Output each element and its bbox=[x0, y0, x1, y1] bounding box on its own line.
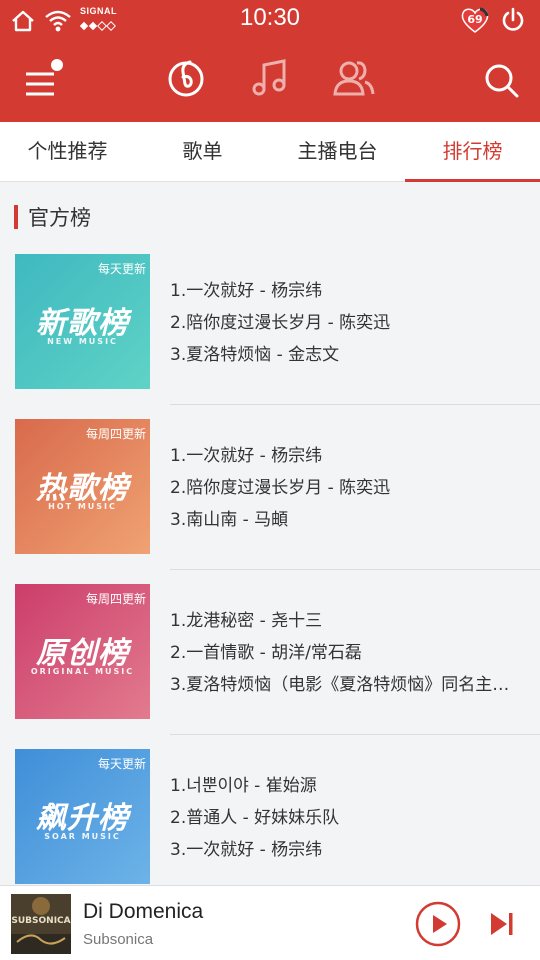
cover-subtitle: ORIGINAL MUSIC bbox=[30, 667, 135, 676]
track-artist: Subsonica bbox=[83, 931, 154, 948]
clock: 10:30 bbox=[239, 4, 301, 31]
battery-indicator: 69 bbox=[460, 6, 490, 34]
top-songs: 1.一次就好 - 杨宗纬 2.陪你度过漫长岁月 - 陈奕迅 3.夏洛特烦恼 - … bbox=[170, 276, 515, 372]
cover-subtitle: NEW MUSIC bbox=[47, 337, 118, 346]
skip-next-icon bbox=[491, 913, 513, 935]
tab-bar: 个性推荐 歌单 主播电台 排行榜 bbox=[0, 122, 540, 182]
chart-row[interactable]: 每周四更新 热歌榜 HOT MUSIC 1.一次就好 - 杨宗纬 2.陪你度过漫… bbox=[0, 419, 540, 584]
top-songs: 1.너뿐이야 - 崔始源 2.普通人 - 好妹妹乐队 3.一次就好 - 杨宗纬 bbox=[170, 771, 515, 867]
official-charts-list: 每天更新 新歌榜 NEW MUSIC 1.一次就好 - 杨宗纬 2.陪你度过漫长… bbox=[0, 254, 540, 914]
tab-charts[interactable]: 排行榜 bbox=[405, 122, 540, 182]
play-button[interactable] bbox=[414, 900, 462, 948]
song-item: 3.夏洛特烦恼 - 金志文 bbox=[170, 345, 340, 365]
song-item: 1.龙港秘密 - 尧十三 bbox=[170, 611, 323, 631]
friends-icon bbox=[333, 61, 375, 96]
update-frequency: 每周四更新 bbox=[85, 427, 146, 441]
section-title: 官方榜 bbox=[28, 206, 91, 230]
cover-title: 原创榜 bbox=[36, 636, 129, 671]
cover-title: 新歌榜 bbox=[36, 306, 129, 341]
song-item: 2.陪你度过漫长岁月 - 陈奕迅 bbox=[170, 313, 391, 333]
song-item: 3.一次就好 - 杨宗纬 bbox=[170, 840, 323, 860]
album-art-text: SUBSONICA bbox=[11, 916, 71, 926]
cover-title: 飙升榜 bbox=[36, 801, 129, 836]
nav-music[interactable] bbox=[248, 56, 292, 100]
nav-friends[interactable] bbox=[332, 56, 376, 100]
section-header: 官方榜 bbox=[14, 200, 91, 234]
cover-subtitle: SOAR MUSIC bbox=[44, 832, 121, 841]
play-icon bbox=[415, 901, 461, 947]
track-title: Di Domenica bbox=[83, 900, 204, 923]
song-item: 1.一次就好 - 杨宗纬 bbox=[170, 281, 323, 301]
tab-recommend[interactable]: 个性推荐 bbox=[0, 122, 135, 181]
row-divider bbox=[170, 404, 540, 405]
row-divider bbox=[170, 569, 540, 570]
album-art[interactable]: SUBSONICA bbox=[11, 894, 71, 954]
song-item: 2.陪你度过漫长岁月 - 陈奕迅 bbox=[170, 478, 391, 498]
song-item: 3.夏洛特烦恼（电影《夏洛特烦恼》同名主题曲） bbox=[170, 675, 515, 695]
tab-radio[interactable]: 主播电台 bbox=[270, 122, 405, 181]
row-divider bbox=[170, 734, 540, 735]
app-header bbox=[0, 40, 540, 122]
chart-cover[interactable]: 每天更新 新歌榜 NEW MUSIC bbox=[15, 254, 150, 389]
search-button[interactable] bbox=[482, 58, 522, 102]
power-icon[interactable] bbox=[500, 7, 526, 33]
status-bar: SIGNAL 10:30 69 bbox=[0, 0, 540, 40]
chart-cover[interactable]: 每天更新 飙升榜 SOAR MUSIC bbox=[15, 749, 150, 884]
netease-logo-icon bbox=[168, 60, 204, 97]
update-frequency: 每周四更新 bbox=[85, 592, 146, 606]
chart-row[interactable]: 每周四更新 原创榜 ORIGINAL MUSIC 1.龙港秘密 - 尧十三 2.… bbox=[0, 584, 540, 749]
search-icon bbox=[485, 64, 519, 98]
tab-playlists[interactable]: 歌单 bbox=[135, 122, 270, 181]
update-frequency: 每天更新 bbox=[97, 262, 146, 276]
top-nav bbox=[0, 56, 540, 100]
section-accent-bar bbox=[14, 205, 18, 229]
nav-discover[interactable] bbox=[164, 56, 208, 100]
cover-title: 热歌榜 bbox=[36, 471, 129, 506]
song-item: 3.南山南 - 马頔 bbox=[170, 510, 289, 530]
chart-cover[interactable]: 每周四更新 热歌榜 HOT MUSIC bbox=[15, 419, 150, 554]
status-right: 69 bbox=[460, 6, 526, 34]
cover-subtitle: HOT MUSIC bbox=[48, 502, 117, 511]
update-frequency: 每天更新 bbox=[97, 757, 146, 771]
chart-row[interactable]: 每天更新 新歌榜 NEW MUSIC 1.一次就好 - 杨宗纬 2.陪你度过漫长… bbox=[0, 254, 540, 419]
song-item: 2.普通人 - 好妹妹乐队 bbox=[170, 808, 340, 828]
top-songs: 1.龙港秘密 - 尧十三 2.一首情歌 - 胡洋/常石磊 3.夏洛特烦恼（电影《… bbox=[170, 606, 515, 702]
music-note-icon bbox=[252, 59, 286, 96]
chart-cover[interactable]: 每周四更新 原创榜 ORIGINAL MUSIC bbox=[15, 584, 150, 719]
song-item: 2.一首情歌 - 胡洋/常石磊 bbox=[170, 643, 362, 663]
top-songs: 1.一次就好 - 杨宗纬 2.陪你度过漫长岁月 - 陈奕迅 3.南山南 - 马頔 bbox=[170, 441, 515, 537]
next-button[interactable] bbox=[488, 910, 516, 938]
mini-player[interactable]: SUBSONICA Di Domenica Subsonica bbox=[0, 885, 540, 960]
battery-level: 69 bbox=[467, 13, 483, 26]
song-item: 1.一次就好 - 杨宗纬 bbox=[170, 446, 323, 466]
song-item: 1.너뿐이야 - 崔始源 bbox=[170, 776, 317, 796]
